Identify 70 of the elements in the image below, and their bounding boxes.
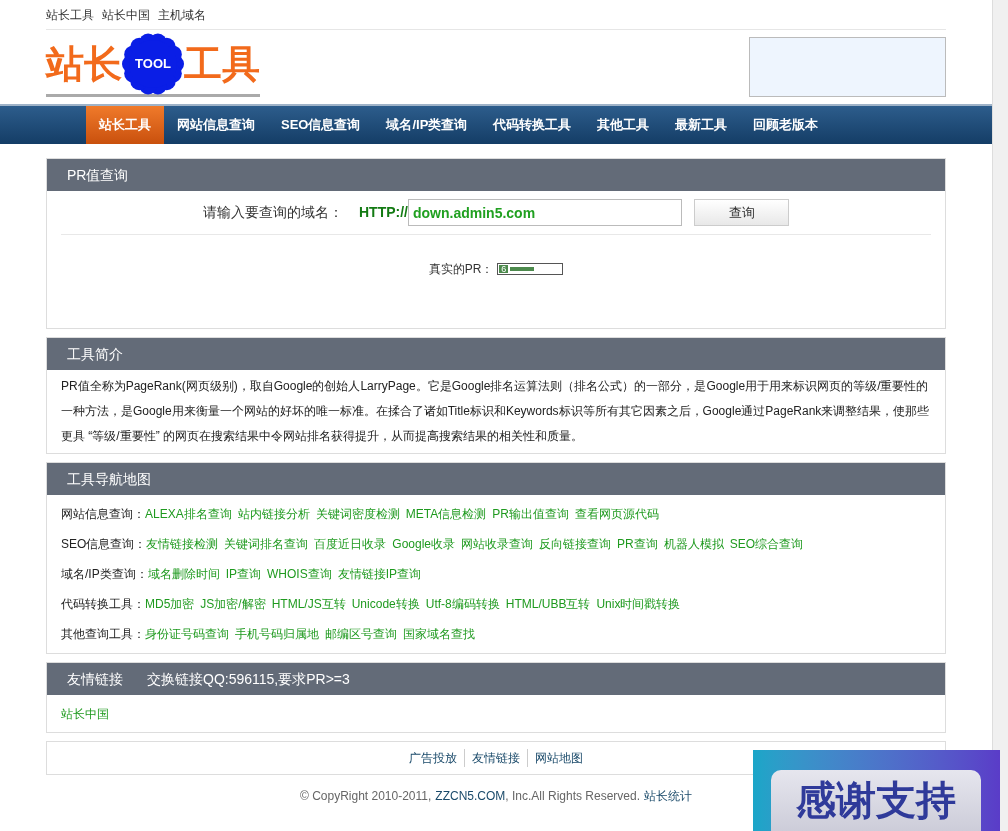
tool-link[interactable]: 关键词密度检测 — [315, 505, 400, 523]
tool-link[interactable]: 域名删除时间 — [147, 565, 220, 583]
section-title: PR值查询 — [67, 165, 129, 185]
tool-link[interactable]: SEO综合查询 — [729, 535, 804, 553]
floating-ad[interactable]: 感谢支持 — [753, 750, 1000, 831]
nav-tab[interactable]: 其他工具 — [584, 106, 663, 144]
nav-tab[interactable]: 最新工具 — [662, 106, 741, 144]
tool-link[interactable]: 站内链接分析 — [237, 505, 310, 523]
tool-link[interactable]: ALEXA排名查询 — [145, 505, 232, 523]
domain-label: 请输入要查询的域名： — [203, 203, 343, 222]
nav-tab[interactable]: 站长工具 — [86, 106, 164, 144]
tool-link[interactable]: 国家域名查找 — [403, 625, 475, 643]
section-note: 交换链接QQ:596115,要求PR>=3 — [147, 669, 350, 689]
friend-link[interactable]: 站长中国 — [61, 704, 109, 723]
tool-link[interactable]: 网站收录查询 — [461, 535, 534, 553]
category-label: SEO信息查询： — [61, 536, 147, 553]
section-title: 友情链接 — [67, 669, 123, 689]
section-title: 工具导航地图 — [67, 469, 151, 489]
intro-text: PR值全称为PageRank(网页级别)，取自Google的创始人LarryPage。它是Google排名运算法则（排名公式）的一部分，是Google用于用来标识网页的等级/重要性的一种方法，是Google用来衡量一个网站的好坏的唯一标准。在揉合了诸如Title标识和Keywords标识等所有其它因素之后，Google通过PageRank来调整结果，使那些更具 “等级/重要性” 的网页在搜索结果中令网站排名获得提升，从而提高搜索结果的相关性和质量。 — [60, 378, 931, 445]
nav-tab[interactable]: 域名/IP类查询 — [373, 106, 481, 144]
tool-link[interactable]: 友情链接IP查询 — [337, 565, 422, 583]
tool-link[interactable]: 百度近日收录 — [314, 535, 387, 553]
tool-link[interactable]: JS加密/解密 — [200, 595, 266, 613]
pr-label: 真实的PR： — [428, 261, 494, 278]
tool-link[interactable]: Google收录 — [392, 535, 456, 553]
tool-link[interactable]: META信息检测 — [405, 505, 487, 523]
tool-link[interactable]: 身份证号码查询 — [145, 625, 229, 643]
rights-text: , Inc.All Rights Reserved. — [505, 788, 641, 805]
domain-field[interactable]: down.admin5.com — [408, 199, 682, 226]
pr-value: 6 — [499, 265, 509, 273]
tool-link[interactable]: 查看网页源代码 — [574, 505, 659, 523]
ad-text: 感谢支持 — [796, 777, 956, 824]
category-label: 网站信息查询： — [61, 506, 145, 523]
footer-link[interactable]: 网站地图 — [527, 749, 590, 767]
query-button[interactable]: 查询 — [694, 199, 789, 226]
copyright-text: © CopyRight 2010-2011, — [299, 788, 432, 805]
tool-link[interactable]: HTML/JS互转 — [271, 595, 346, 613]
category-label: 代码转换工具： — [61, 596, 145, 613]
category-label: 域名/IP类查询： — [61, 566, 148, 583]
footer-link[interactable]: 广告投放 — [402, 749, 464, 767]
tool-link[interactable]: Unix时间戳转换 — [596, 595, 681, 613]
tool-link[interactable]: 关键词排名查询 — [224, 535, 309, 553]
tool-link[interactable]: 友情链接检测 — [146, 535, 219, 553]
flower-icon — [122, 32, 184, 95]
nav-tab[interactable]: 网站信息查询 — [164, 106, 268, 144]
tool-link[interactable]: 机器人模拟 — [663, 535, 724, 553]
top-link[interactable]: 站长中国 — [102, 5, 150, 24]
site-logo[interactable]: 站长 TOOL 工具 — [46, 37, 260, 97]
tool-link[interactable]: WHOIS查询 — [267, 565, 332, 583]
footer-link[interactable]: 友情链接 — [464, 749, 527, 767]
tool-link[interactable]: 邮编区号查询 — [325, 625, 397, 643]
tool-link[interactable]: HTML/UBB互转 — [505, 595, 591, 613]
tool-link[interactable]: IP查询 — [225, 565, 261, 583]
tool-link[interactable]: Unicode转换 — [351, 595, 420, 613]
stats-link[interactable]: 站长统计 — [644, 787, 693, 805]
section-title: 工具简介 — [67, 344, 123, 364]
tool-link[interactable]: PR输出值查询 — [492, 505, 569, 523]
tool-link[interactable]: MD5加密 — [145, 595, 195, 613]
top-link[interactable]: 站长工具 — [46, 5, 94, 24]
nav-tab[interactable]: SEO信息查询 — [268, 106, 374, 144]
nav-tab[interactable]: 回顾老版本 — [740, 106, 832, 144]
tool-link[interactable]: 手机号码归属地 — [235, 625, 319, 643]
http-prefix: HTTP:// — [359, 203, 408, 222]
tool-link[interactable]: 反向链接查询 — [539, 535, 612, 553]
top-link[interactable]: 主机域名 — [158, 5, 206, 24]
scrollbar[interactable] — [992, 0, 1008, 831]
category-label: 其他查询工具： — [61, 626, 145, 643]
tool-link[interactable]: PR查询 — [617, 535, 658, 553]
nav-tab[interactable]: 代码转换工具 — [480, 106, 585, 144]
tool-link[interactable]: Utf-8编码转换 — [425, 595, 500, 613]
